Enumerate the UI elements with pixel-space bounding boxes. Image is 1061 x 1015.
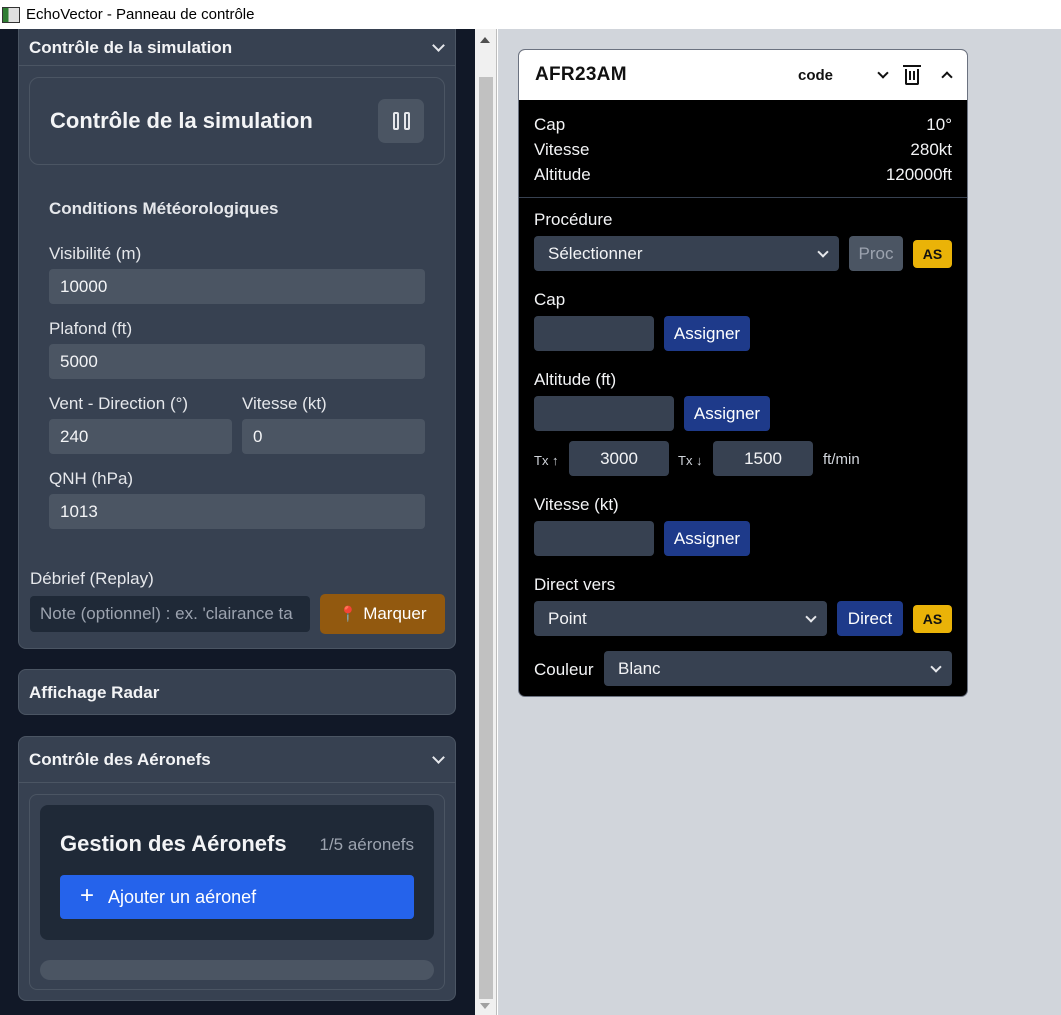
aircraft-section-header[interactable]: Contrôle des Aéronefs <box>19 737 455 783</box>
app-icon <box>2 6 20 23</box>
color-select[interactable]: Blanc <box>604 651 952 686</box>
radar-section-title: Affichage Radar <box>29 683 160 702</box>
speed-assign-label: Vitesse (kt) <box>534 495 619 514</box>
qnh-label: QNH (hPa) <box>49 469 134 488</box>
delete-aircraft-button[interactable] <box>903 64 921 85</box>
weather-title: Conditions Météorologiques <box>49 199 279 218</box>
qnh-input[interactable]: 1013 <box>49 494 425 529</box>
visibility-input[interactable]: 10000 <box>49 269 425 304</box>
procedure-as-badge[interactable]: AS <box>913 240 952 268</box>
assign-speed-button[interactable]: Assigner <box>664 521 750 556</box>
chevron-up-icon <box>941 71 953 83</box>
aircraft-management-container: Gestion des Aéronefs 1/5 aéronefs + Ajou… <box>29 794 445 990</box>
chevron-down-icon <box>877 67 889 79</box>
direct-button[interactable]: Direct <box>837 601 903 636</box>
proc-button[interactable]: Proc <box>849 236 903 271</box>
debrief-label: Débrief (Replay) <box>30 569 154 588</box>
pause-icon-bar-left <box>392 112 399 130</box>
assign-heading-button[interactable]: Assigner <box>664 316 750 351</box>
altitude-label: Altitude <box>534 165 591 184</box>
radar-section-header[interactable]: Affichage Radar <box>19 670 455 716</box>
assign-altitude-button[interactable]: Assigner <box>684 396 770 431</box>
sidebar-scrollbar[interactable] <box>475 29 497 1015</box>
debrief-note-input[interactable]: Note (optionnel) : ex. 'clairance ta <box>30 596 310 632</box>
add-aircraft-label: Ajouter un aéronef <box>108 886 257 907</box>
simulation-section: Contrôle de la simulation Contrôle de la… <box>18 29 456 649</box>
aircraft-section-title: Contrôle des Aéronefs <box>29 749 211 769</box>
control-sidebar: Contrôle de la simulation Contrôle de la… <box>0 29 475 1015</box>
scrollbar-thumb[interactable] <box>479 77 493 999</box>
chevron-down-icon <box>432 39 445 52</box>
visibility-label: Visibilité (m) <box>49 244 142 263</box>
aircraft-panel-area: AFR23AM code Cap 10° Vitesse 280kt Altit… <box>498 29 1061 1015</box>
speed-input[interactable] <box>534 521 654 556</box>
aircraft-panel-header: AFR23AM code <box>519 50 967 100</box>
altitude-input[interactable] <box>534 396 674 431</box>
wind-direction-label: Vent - Direction (°) <box>49 394 189 413</box>
aircraft-list-placeholder <box>40 960 434 980</box>
descent-rate-label: Tx ↓ <box>678 453 703 468</box>
mark-button-label: Marquer <box>363 604 427 623</box>
simulation-card-title: Contrôle de la simulation <box>50 108 313 133</box>
radar-section[interactable]: Affichage Radar <box>18 669 456 715</box>
trash-icon <box>903 64 921 85</box>
info-row-altitude: Altitude 120000ft <box>534 162 952 187</box>
pause-icon-bar-right <box>403 112 410 130</box>
aircraft-panel: AFR23AM code Cap 10° Vitesse 280kt Altit… <box>518 49 968 697</box>
aircraft-management-card: Gestion des Aéronefs 1/5 aéronefs + Ajou… <box>40 805 434 940</box>
mark-button[interactable]: 📍 Marquer <box>320 594 445 634</box>
pause-button[interactable] <box>378 99 424 143</box>
wind-speed-input[interactable]: 0 <box>242 419 425 454</box>
expand-dropdown-button[interactable] <box>877 67 889 79</box>
heading-input[interactable] <box>534 316 654 351</box>
aircraft-callsign: AFR23AM <box>535 64 627 85</box>
heading-label: Cap <box>534 115 566 134</box>
plus-icon: + <box>80 881 95 909</box>
window-titlebar: EchoVector - Panneau de contrôle <box>0 0 1061 29</box>
info-row-speed: Vitesse 280kt <box>534 137 952 162</box>
pin-icon: 📍 <box>338 606 358 623</box>
altitude-assign-label: Altitude (ft) <box>534 370 617 389</box>
procedure-label: Procédure <box>534 210 613 229</box>
simulation-control-card: Contrôle de la simulation <box>29 77 445 165</box>
info-row-heading: Cap 10° <box>534 112 952 137</box>
ceiling-label: Plafond (ft) <box>49 319 133 338</box>
window-title: EchoVector - Panneau de contrôle <box>26 6 255 23</box>
ceiling-input[interactable]: 5000 <box>49 344 425 379</box>
rate-unit: ft/min <box>823 451 860 468</box>
color-label: Couleur <box>534 660 594 679</box>
scroll-up-arrow-icon[interactable] <box>480 37 490 43</box>
aircraft-management-title: Gestion des Aéronefs <box>60 831 287 856</box>
simulation-section-title: Contrôle de la simulation <box>29 37 233 57</box>
speed-value: 280kt <box>910 140 952 159</box>
aircraft-section: Contrôle des Aéronefs Gestion des Aérone… <box>18 736 456 1001</box>
wind-direction-input[interactable]: 240 <box>49 419 232 454</box>
heading-value: 10° <box>926 115 952 134</box>
altitude-value: 120000ft <box>885 165 952 184</box>
heading-assign-label: Cap <box>534 290 566 309</box>
climb-rate-label: Tx ↑ <box>534 453 559 468</box>
direct-as-badge[interactable]: AS <box>913 605 952 633</box>
chevron-down-icon <box>432 751 445 764</box>
add-aircraft-button[interactable]: + Ajouter un aéronef <box>60 875 414 919</box>
collapse-panel-button[interactable] <box>941 69 953 83</box>
simulation-section-header[interactable]: Contrôle de la simulation <box>19 29 455 66</box>
speed-label: Vitesse <box>534 140 590 159</box>
direct-point-select[interactable]: Point <box>534 601 827 636</box>
scroll-down-arrow-icon[interactable] <box>480 1003 490 1009</box>
direct-to-label: Direct vers <box>534 575 616 594</box>
wind-speed-label: Vitesse (kt) <box>242 394 327 413</box>
procedure-select[interactable]: Sélectionner <box>534 236 839 271</box>
aircraft-info: Cap 10° Vitesse 280kt Altitude 120000ft <box>519 100 967 198</box>
code-button[interactable]: code <box>798 67 833 84</box>
climb-rate-input[interactable]: 3000 <box>569 441 669 476</box>
aircraft-count: 1/5 aéronefs <box>319 835 414 854</box>
descent-rate-input[interactable]: 1500 <box>713 441 813 476</box>
